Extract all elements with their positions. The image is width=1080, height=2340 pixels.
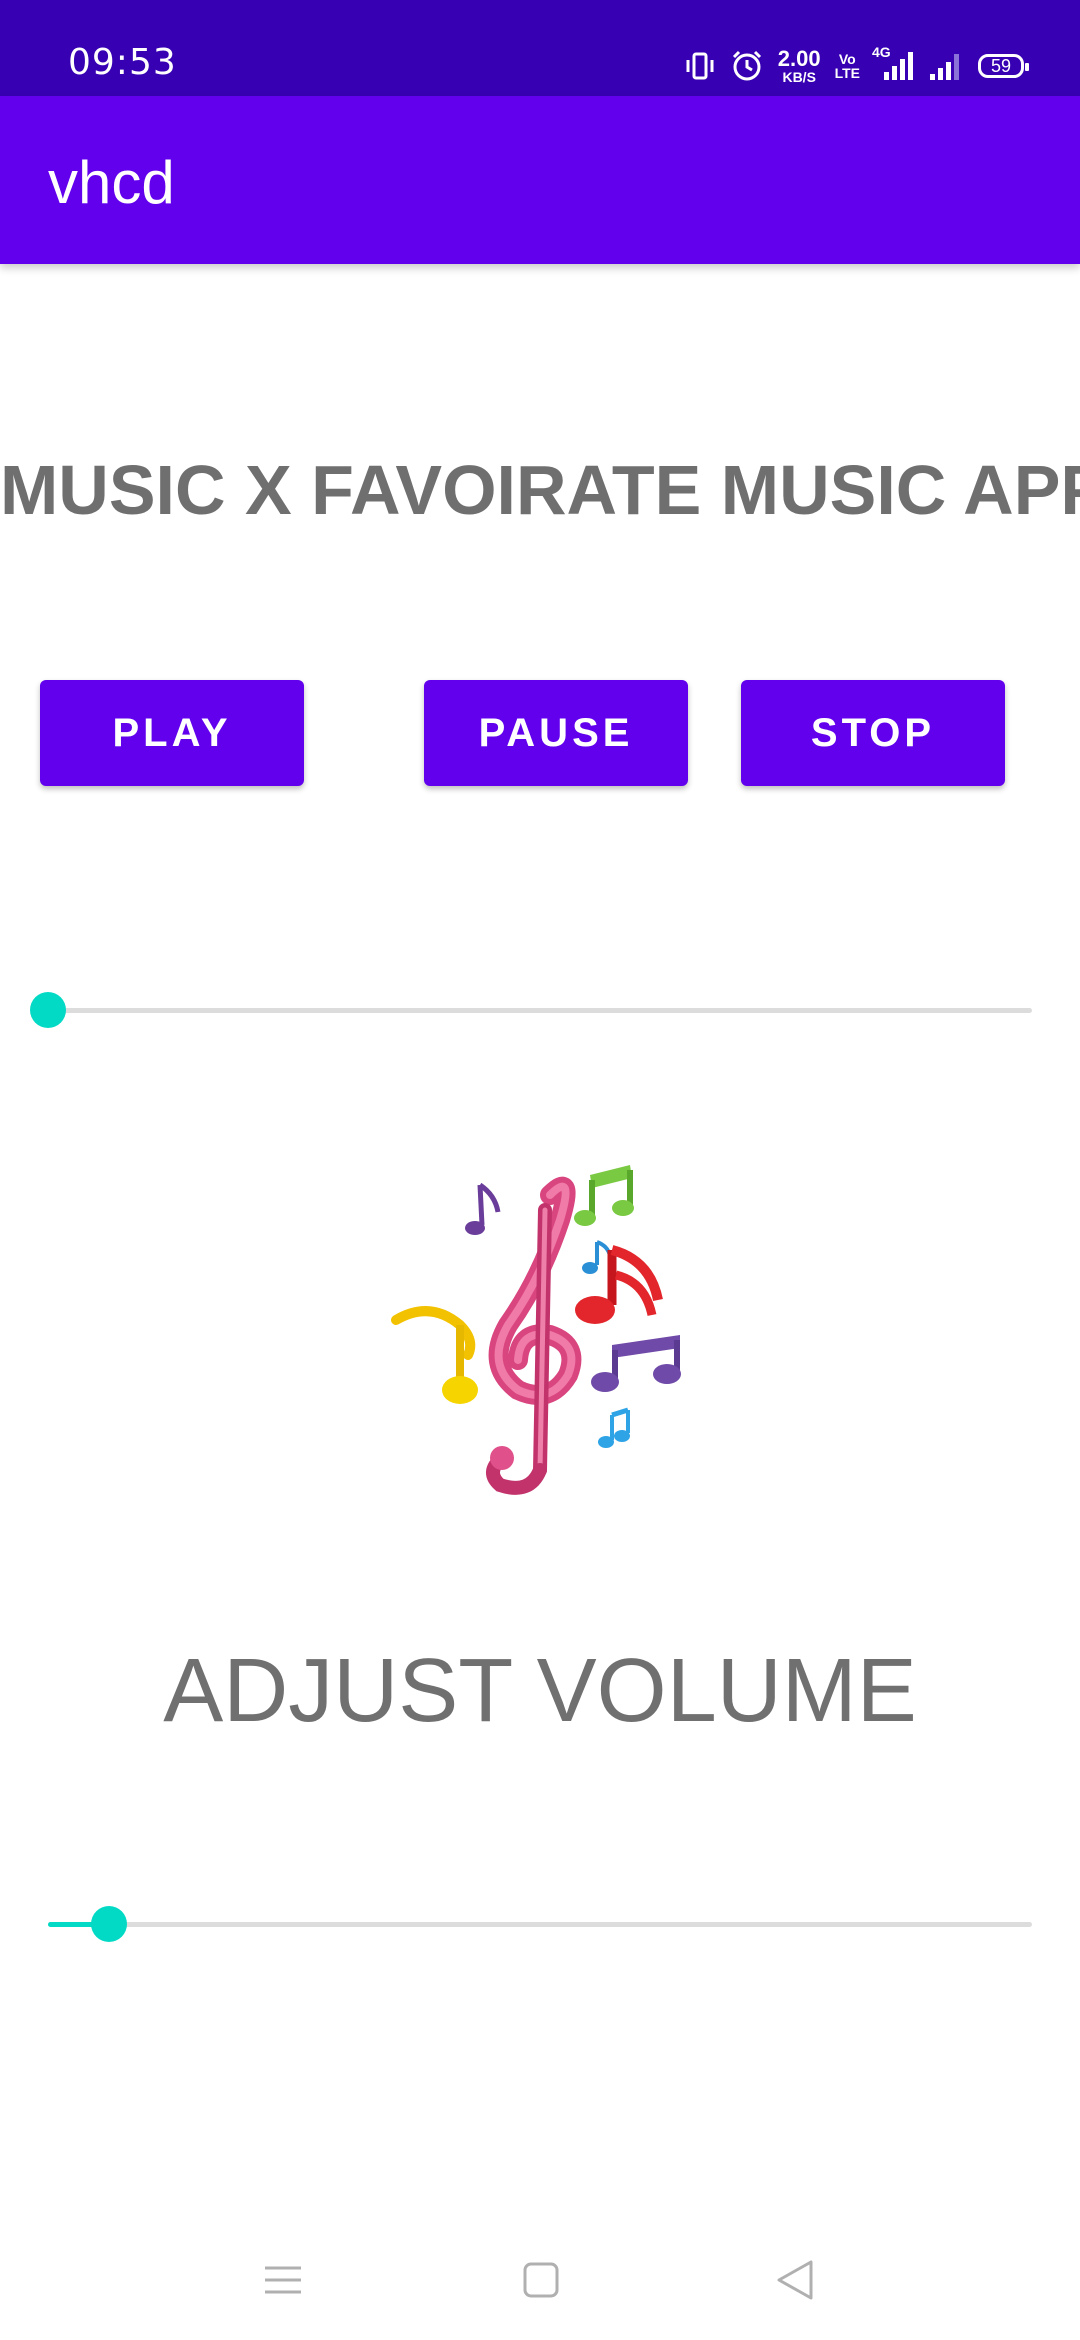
play-button[interactable]: PLAY xyxy=(40,680,304,786)
volte-indicator: Vo LTE xyxy=(835,52,860,80)
volume-slider[interactable] xyxy=(48,1894,1032,1954)
volume-slider-thumb[interactable] xyxy=(91,1906,127,1942)
alarm-icon xyxy=(730,49,764,83)
purple-note-icon xyxy=(465,1182,501,1235)
blue-note-icon xyxy=(582,1240,612,1274)
light-blue-note-icon xyxy=(598,1407,630,1448)
purple-beamed-note-icon xyxy=(591,1335,681,1392)
status-icons: 2.00 KB/S Vo LTE 4G 59 xyxy=(684,44,1029,88)
menu-icon[interactable] xyxy=(248,2250,318,2310)
volume-slider-track[interactable] xyxy=(48,1922,1032,1927)
net-speed: 2.00 KB/S xyxy=(777,46,821,85)
signal-icon xyxy=(928,50,964,82)
volte-top: Vo xyxy=(838,51,856,67)
music-notes-image xyxy=(390,1150,690,1500)
battery-level: 59 xyxy=(990,55,1012,76)
red-note-icon xyxy=(575,1245,663,1324)
net-speed-unit: KB/S xyxy=(782,69,816,85)
seek-slider-track[interactable] xyxy=(48,1008,1032,1013)
vibrate-icon xyxy=(684,50,716,82)
net-speed-value: 2.00 xyxy=(777,46,821,71)
adjust-volume-label: ADJUST VOLUME xyxy=(163,1641,917,1741)
stop-button[interactable]: STOP xyxy=(741,680,1005,786)
app-title: vhcd xyxy=(48,149,175,216)
pause-button[interactable]: PAUSE xyxy=(424,680,688,786)
signal-icon: 4G xyxy=(872,44,914,82)
treble-clef-icon xyxy=(486,1176,582,1495)
app-screen: 09:53 2.00 KB/S Vo LTE 4G 59 vhcd MUSIC … xyxy=(0,0,1080,2340)
status-time: 09:53 xyxy=(68,42,177,83)
seek-slider[interactable] xyxy=(30,980,1032,1040)
home-icon[interactable] xyxy=(506,2250,576,2310)
page-title: MUSIC X FAVOIRATE MUSIC APP xyxy=(0,451,1080,529)
seek-slider-thumb[interactable] xyxy=(30,992,66,1028)
status-bar: 09:53 2.00 KB/S Vo LTE 4G 59 xyxy=(0,0,1080,96)
back-icon[interactable] xyxy=(760,2250,830,2310)
network-type: 4G xyxy=(872,44,891,60)
green-note-icon xyxy=(574,1165,634,1226)
volte-bottom: LTE xyxy=(834,65,860,81)
battery-icon: 59 xyxy=(978,54,1029,78)
app-bar: vhcd xyxy=(0,96,1080,264)
yellow-note-icon xyxy=(391,1306,478,1404)
system-nav-bar xyxy=(0,2220,1080,2340)
